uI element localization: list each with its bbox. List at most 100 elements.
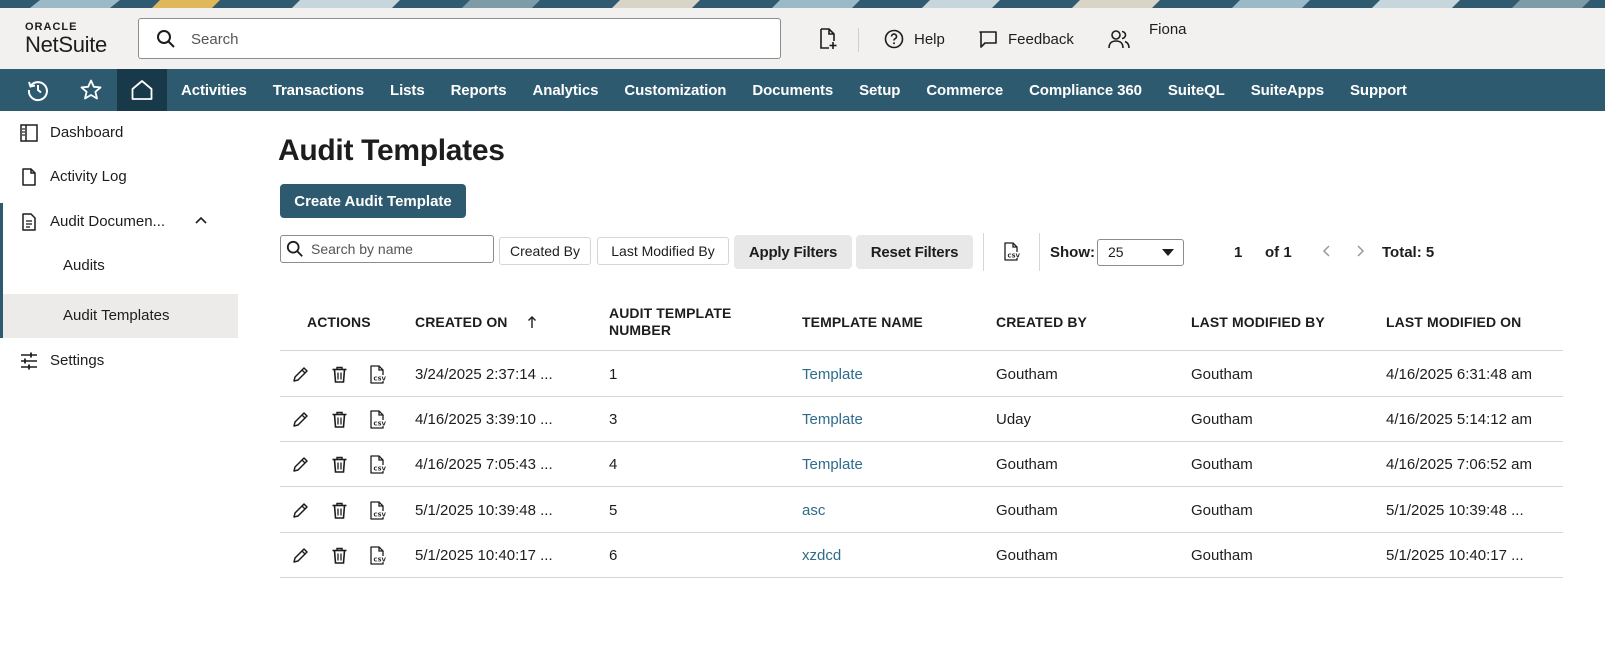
header-template-number-line1[interactable]: AUDIT TEMPLATE [609, 305, 731, 321]
search-icon [286, 240, 303, 257]
pencil-icon[interactable] [292, 547, 309, 569]
main-navigation: Activities Transactions Lists Reports An… [0, 69, 1605, 111]
reset-filters-button[interactable]: Reset Filters [856, 235, 973, 269]
cell-created-by: Goutham [996, 456, 1058, 474]
name-search-input[interactable] [311, 239, 487, 259]
trash-icon[interactable] [331, 366, 348, 388]
pencil-icon[interactable] [292, 411, 309, 433]
apply-filters-button[interactable]: Apply Filters [734, 235, 852, 269]
chevron-right-icon[interactable] [1354, 243, 1366, 259]
sidebar-label-audit-documents: Audit Documen... [50, 213, 166, 230]
nav-suiteql[interactable]: SuiteQL [1168, 82, 1225, 99]
header-created-on[interactable]: CREATED ON [415, 314, 508, 330]
page-size-select[interactable]: 25 [1097, 239, 1184, 266]
nav-activities[interactable]: Activities [181, 82, 247, 99]
cell-last-modified-by: Goutham [1191, 546, 1253, 564]
settings-sliders-icon [21, 352, 37, 370]
chevron-left-icon[interactable] [1321, 243, 1333, 259]
nav-compliance-360[interactable]: Compliance 360 [1029, 82, 1142, 99]
netsuite-logo[interactable]: ORACLE NetSuite [25, 21, 125, 57]
cell-template-number: 6 [609, 546, 618, 564]
header-created-by[interactable]: CREATED BY [996, 314, 1087, 330]
new-document-icon [820, 28, 837, 49]
trash-icon[interactable] [331, 547, 348, 569]
nav-customization[interactable]: Customization [624, 82, 726, 99]
sidebar-item-activity-log[interactable]: Activity Log [0, 155, 238, 199]
chevron-up-icon[interactable] [194, 215, 208, 225]
header-last-modified-by[interactable]: LAST MODIFIED BY [1191, 314, 1325, 330]
svg-text:CSV: CSV [374, 467, 387, 473]
cell-template-number: 4 [609, 456, 618, 474]
sidebar-item-audits[interactable]: Audits [0, 244, 238, 288]
home-button[interactable] [117, 69, 167, 111]
feedback-button[interactable]: Feedback [978, 28, 1074, 50]
page-size-value: 25 [1108, 244, 1124, 260]
current-page-number: 1 [1234, 244, 1243, 261]
cell-last-modified-by: Goutham [1191, 366, 1253, 383]
nav-documents[interactable]: Documents [752, 82, 833, 99]
sort-ascending-icon[interactable] [526, 315, 538, 329]
nav-suiteapps[interactable]: SuiteApps [1251, 82, 1324, 99]
help-icon [884, 29, 904, 49]
dashboard-icon [20, 124, 38, 142]
create-audit-template-button[interactable]: Create Audit Template [280, 184, 466, 218]
nav-support[interactable]: Support [1350, 82, 1407, 99]
name-search-box[interactable] [280, 235, 494, 263]
favorites-button[interactable] [65, 69, 117, 111]
nav-lists[interactable]: Lists [390, 82, 425, 99]
recent-records-button[interactable] [12, 69, 64, 111]
csv-file-icon[interactable]: CSV [369, 410, 387, 434]
cell-template-name-link[interactable]: Template [802, 366, 863, 383]
table-row: CSV 4/16/2025 7:05:43 ... 4 Template Goutham… [280, 442, 1563, 488]
dropdown-arrow-icon [1162, 249, 1174, 256]
header-template-name[interactable]: TEMPLATE NAME [802, 314, 923, 330]
nav-reports[interactable]: Reports [451, 82, 507, 99]
csv-file-icon[interactable]: CSV [1003, 242, 1020, 261]
last-modified-by-filter[interactable]: Last Modified By [597, 237, 729, 265]
nav-setup[interactable]: Setup [859, 82, 900, 99]
sidebar: Dashboard Activity Log Audit Documen... … [0, 111, 238, 648]
cell-created-on: 5/1/2025 10:40:17 ... [415, 546, 553, 564]
global-search-box[interactable] [138, 18, 781, 59]
svg-text:CSV: CSV [374, 377, 387, 383]
cell-template-name-link[interactable]: Template [802, 411, 863, 428]
sidebar-item-audit-templates[interactable]: Audit Templates [3, 294, 238, 338]
help-button[interactable]: Help [884, 28, 945, 50]
cell-template-name-link[interactable]: Template [802, 456, 863, 473]
header-template-number-line2[interactable]: NUMBER [609, 322, 671, 338]
cell-created-by: Goutham [996, 501, 1058, 519]
global-search-input[interactable] [191, 27, 761, 51]
pencil-icon[interactable] [292, 366, 309, 388]
svg-text:CSV: CSV [374, 512, 387, 518]
trash-icon[interactable] [331, 456, 348, 478]
user-menu-button[interactable] [1108, 28, 1140, 50]
trash-icon[interactable] [331, 502, 348, 524]
nav-transactions[interactable]: Transactions [273, 82, 364, 99]
nav-commerce[interactable]: Commerce [926, 82, 1003, 99]
sidebar-item-audit-documents[interactable]: Audit Documen... [0, 200, 238, 244]
cell-last-modified-on: 5/1/2025 10:39:48 ... [1386, 501, 1524, 519]
sidebar-item-dashboard[interactable]: Dashboard [0, 111, 238, 155]
search-icon [157, 30, 175, 48]
nav-menu-items: Activities Transactions Lists Reports An… [181, 69, 1433, 111]
new-document-button[interactable] [818, 28, 848, 50]
csv-file-icon[interactable]: CSV [369, 365, 387, 389]
cell-created-by: Goutham [996, 366, 1058, 383]
csv-file-icon[interactable]: CSV [369, 500, 387, 525]
user-name[interactable]: Fiona [1149, 21, 1187, 38]
nav-analytics[interactable]: Analytics [533, 82, 599, 99]
table-header: ACTIONS CREATED ON AUDIT TEMPLATE NUMBER… [280, 293, 1563, 351]
cell-template-name-link[interactable]: asc [802, 502, 825, 519]
csv-file-icon[interactable]: CSV [369, 546, 387, 570]
trash-icon[interactable] [331, 411, 348, 433]
sidebar-item-settings[interactable]: Settings [0, 339, 238, 383]
pencil-icon[interactable] [292, 456, 309, 478]
pencil-icon[interactable] [292, 502, 309, 524]
csv-file-icon[interactable]: CSV [369, 455, 387, 479]
cell-created-on: 4/16/2025 7:05:43 ... [415, 456, 553, 474]
sidebar-label-audits: Audits [63, 257, 105, 274]
sidebar-label-dashboard: Dashboard [50, 124, 124, 141]
created-by-filter[interactable]: Created By [499, 237, 591, 265]
header-last-modified-on[interactable]: LAST MODIFIED ON [1386, 314, 1521, 330]
cell-template-name-link[interactable]: xzdcd [802, 547, 841, 564]
